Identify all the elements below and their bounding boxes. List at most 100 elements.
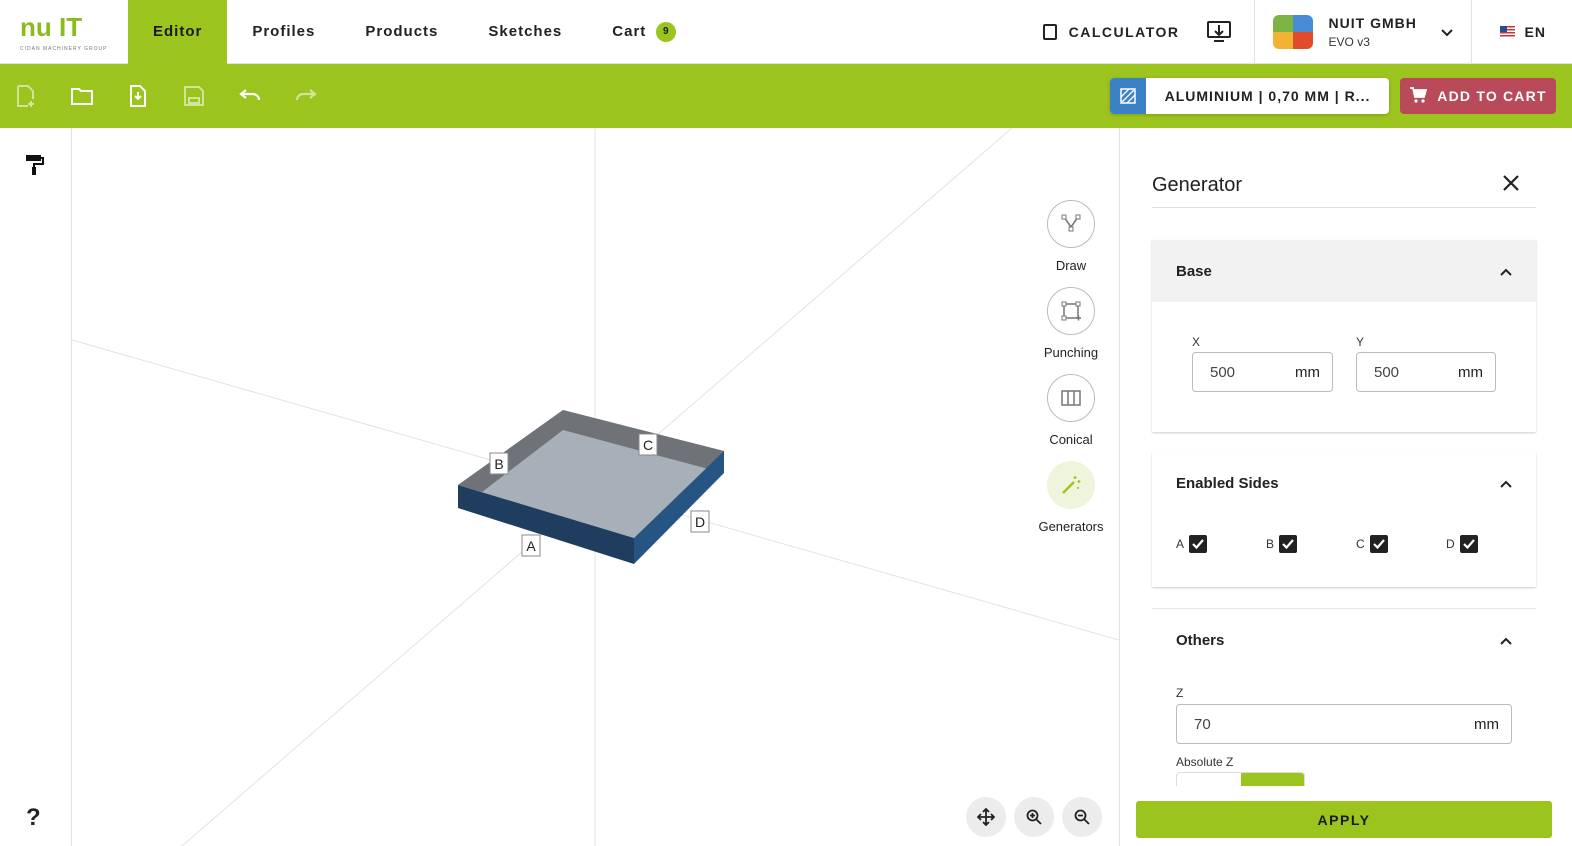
- company-version: EVO v3: [1328, 34, 1370, 49]
- draw-icon: [1047, 200, 1095, 248]
- nav-sketches[interactable]: Sketches: [463, 0, 587, 64]
- box-model: [458, 410, 724, 564]
- side-d-label: D: [1446, 537, 1455, 551]
- x-value: 500: [1210, 363, 1236, 381]
- close-icon[interactable]: [1502, 174, 1520, 197]
- left-rail: ?: [0, 128, 72, 846]
- absolute-z-label: Absolute Z: [1176, 755, 1234, 769]
- top-navigation-bar: nu IT CIDAN MACHINERY GROUP Editor Profi…: [0, 0, 1572, 64]
- enabled-sides-section: Enabled Sides A B C D: [1152, 452, 1536, 587]
- viewport-controls: [966, 797, 1110, 837]
- add-to-cart-button[interactable]: ADD TO CART: [1400, 78, 1556, 114]
- add-to-cart-label: ADD TO CART: [1437, 88, 1547, 104]
- y-value: 500: [1374, 363, 1400, 381]
- tool-conical[interactable]: Conical: [1030, 374, 1112, 447]
- download-icon[interactable]: [1200, 13, 1238, 51]
- others-title: Others: [1176, 631, 1225, 649]
- side-c-label: C: [1356, 537, 1365, 551]
- y-input[interactable]: 500 mm: [1356, 352, 1496, 392]
- side-a-label: A: [1176, 537, 1185, 551]
- undo-icon[interactable]: [238, 84, 262, 108]
- logo-text: nu IT: [20, 11, 83, 42]
- open-folder-icon[interactable]: [70, 84, 94, 108]
- magic-wand-icon: [1047, 461, 1095, 509]
- edge-label-c-text: C: [643, 437, 653, 453]
- sides-checkbox-row: A B C D: [1176, 535, 1536, 553]
- move-icon[interactable]: [966, 797, 1006, 837]
- edge-label-b-text: B: [494, 456, 503, 472]
- language-switcher[interactable]: EN: [1472, 24, 1572, 40]
- language-label: EN: [1524, 23, 1546, 40]
- x-input[interactable]: 500 mm: [1192, 352, 1333, 392]
- tool-draw[interactable]: Draw: [1030, 200, 1112, 273]
- tool-draw-label: Draw: [1055, 258, 1087, 273]
- shopping-cart-icon: [1409, 86, 1428, 106]
- conical-icon: [1047, 374, 1095, 422]
- x-unit: mm: [1295, 363, 1320, 381]
- nuit-logo[interactable]: nu IT CIDAN MACHINERY GROUP: [0, 0, 128, 64]
- z-label: Z: [1176, 686, 1184, 700]
- tool-generators[interactable]: Generators: [1030, 461, 1112, 534]
- edge-label-d-text: D: [695, 514, 705, 530]
- side-b-label: B: [1266, 537, 1275, 551]
- edge-label-a-text: A: [526, 538, 536, 554]
- chevron-up-icon: [1500, 475, 1512, 492]
- nav-profiles[interactable]: Profiles: [227, 0, 340, 64]
- side-d-checkbox[interactable]: D: [1446, 535, 1536, 553]
- z-unit: mm: [1474, 715, 1499, 733]
- tool-punching[interactable]: Punching: [1030, 287, 1112, 360]
- side-a-checkbox[interactable]: A: [1176, 535, 1266, 553]
- company-avatar: [1272, 14, 1313, 49]
- redo-icon[interactable]: [294, 84, 318, 108]
- material-label: ALUMINIUM | 0,70 MM | R...: [1164, 88, 1371, 104]
- z-value: 70: [1194, 715, 1211, 733]
- nav-cart-label: Cart: [612, 23, 647, 40]
- zoom-out-icon[interactable]: [1062, 797, 1102, 837]
- absolute-z-toggle[interactable]: [1176, 772, 1305, 786]
- material-icon: [1110, 78, 1146, 114]
- y-unit: mm: [1458, 363, 1483, 381]
- 3d-viewport[interactable]: A B C D: [72, 128, 1119, 846]
- base-section: Base X 500 mm Y 500 mm: [1152, 240, 1536, 432]
- nav-editor[interactable]: Editor: [128, 0, 228, 64]
- panel-divider: [1152, 207, 1536, 208]
- company-name: NUIT GMBH: [1328, 14, 1417, 31]
- edge-label-c: C: [638, 433, 658, 456]
- nav-products[interactable]: Products: [340, 0, 463, 64]
- panel-title: Generator: [1152, 174, 1243, 196]
- new-file-icon[interactable]: [14, 84, 38, 108]
- import-file-icon[interactable]: [126, 84, 150, 108]
- tool-conical-label: Conical: [1049, 432, 1093, 447]
- editor-toolbar: ALUMINIUM | 0,70 MM | R... ADD TO CART: [0, 64, 1572, 128]
- material-selector[interactable]: ALUMINIUM | 0,70 MM | R...: [1110, 78, 1389, 114]
- company-switcher[interactable]: NUIT GMBH EVO v3: [1253, 0, 1472, 64]
- checkmark-icon: [1459, 535, 1478, 553]
- viewport-scene: A B C D: [72, 128, 1119, 846]
- calculator-button[interactable]: CALCULATOR: [1023, 23, 1200, 40]
- punching-icon: [1047, 287, 1095, 335]
- paint-roller-icon[interactable]: [25, 154, 45, 181]
- side-c-checkbox[interactable]: C: [1356, 535, 1446, 553]
- base-section-title: Base: [1176, 262, 1212, 280]
- save-icon[interactable]: [182, 84, 206, 108]
- checkmark-icon: [1189, 535, 1208, 553]
- side-b-checkbox[interactable]: B: [1266, 535, 1356, 553]
- tool-punching-label: Punching: [1043, 345, 1099, 360]
- calculator-icon: [1042, 23, 1057, 40]
- help-button[interactable]: ?: [26, 804, 41, 832]
- nav-cart[interactable]: Cart 9: [587, 0, 701, 64]
- base-section-header[interactable]: Base: [1152, 240, 1536, 302]
- x-label: X: [1192, 335, 1201, 349]
- calculator-label: CALCULATOR: [1068, 23, 1180, 40]
- checkmark-icon: [1369, 535, 1388, 553]
- edge-label-b: B: [489, 452, 509, 475]
- enabled-sides-header[interactable]: Enabled Sides: [1152, 452, 1536, 514]
- edge-label-a: A: [521, 534, 541, 557]
- logo-subtitle: CIDAN MACHINERY GROUP: [20, 45, 108, 52]
- z-input[interactable]: 70 mm: [1176, 704, 1512, 744]
- others-header[interactable]: Others: [1152, 609, 1536, 671]
- zoom-in-icon[interactable]: [1014, 797, 1054, 837]
- tool-generators-label: Generators: [1038, 519, 1104, 534]
- apply-button[interactable]: APPLY: [1136, 801, 1552, 838]
- y-label: Y: [1356, 335, 1365, 349]
